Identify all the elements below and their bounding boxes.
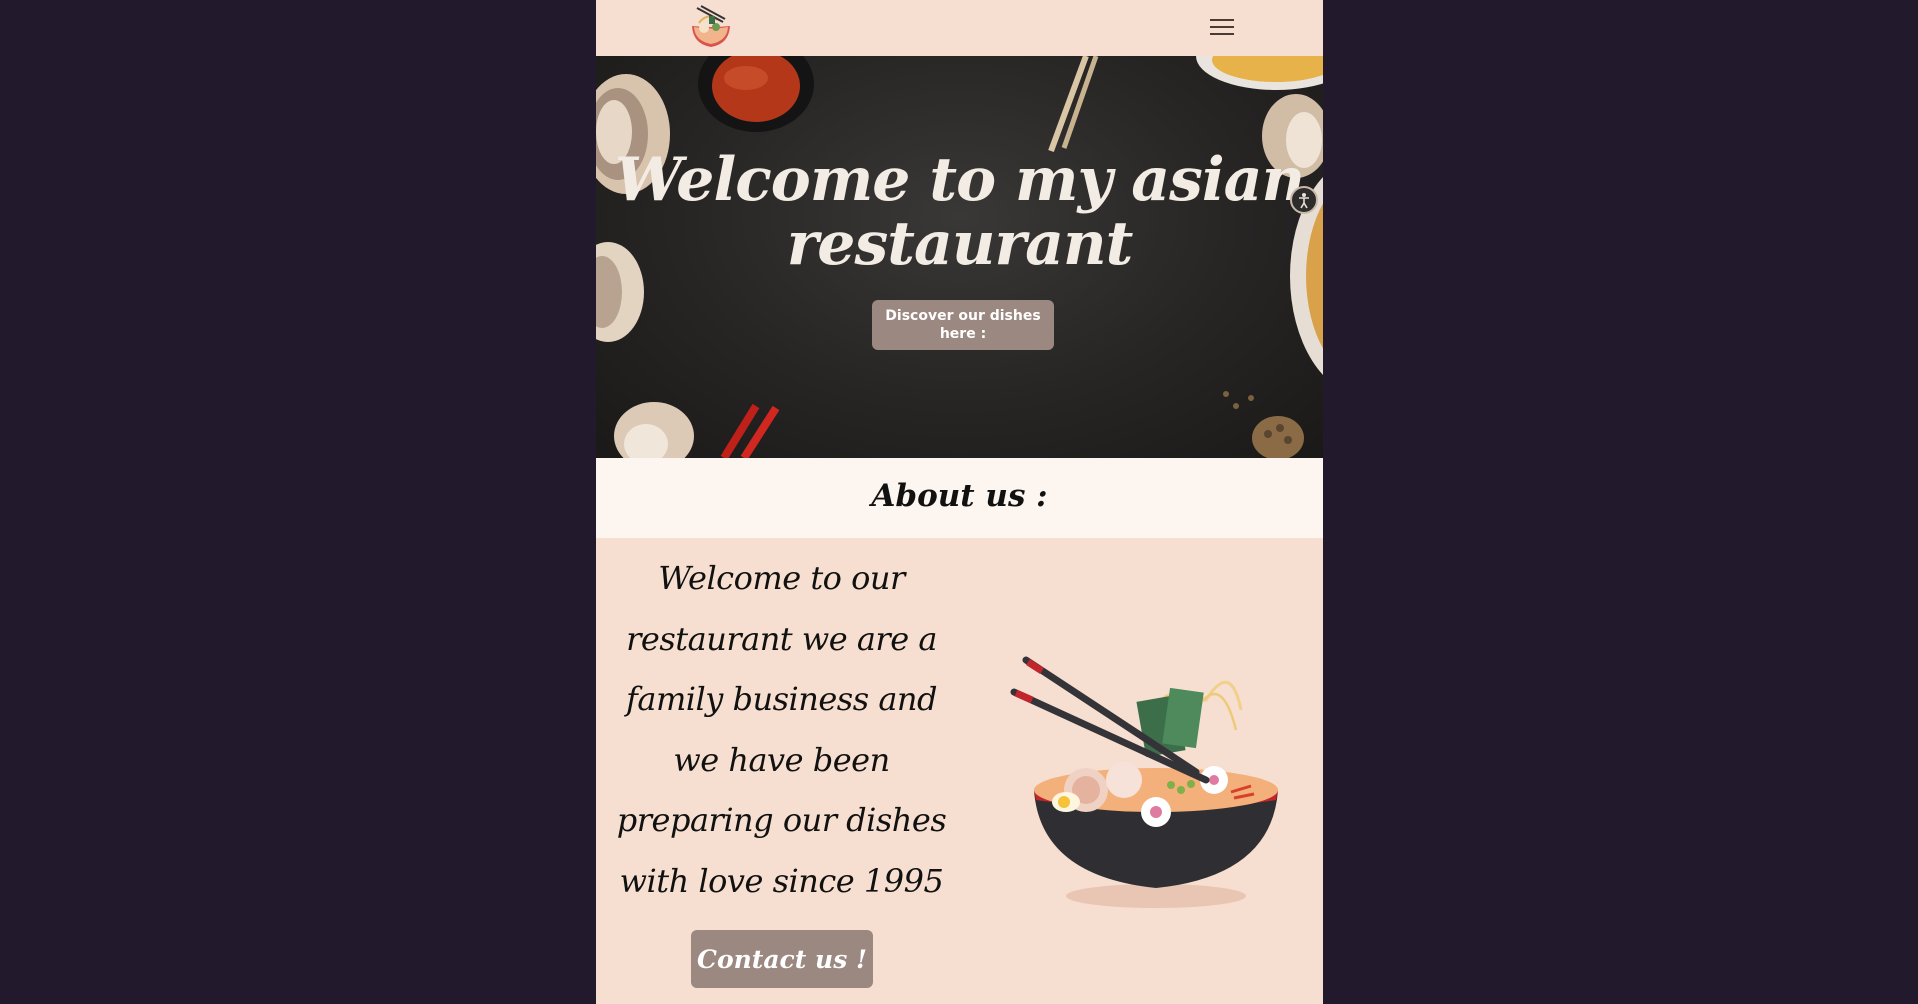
ramen-bowl-logo[interactable] (689, 4, 733, 50)
discover-dishes-button[interactable]: Discover our dishes here : (872, 300, 1054, 350)
about-title: About us : (871, 478, 1048, 514)
hero-title: Welcome to my asian restaurant (614, 145, 1305, 279)
about-description: Welcome to our restaurant we are a famil… (616, 559, 947, 900)
hamburger-menu-icon[interactable] (1210, 17, 1236, 37)
page: Welcome to my asian restaurant Discover … (596, 0, 1323, 1004)
about-section-header: About us : (596, 458, 1323, 538)
contact-us-button[interactable]: Contact us ! (691, 930, 873, 988)
hero-banner: Welcome to my asian restaurant Discover … (596, 56, 1323, 458)
header (596, 0, 1323, 56)
ramen-bowl-illustration (1010, 656, 1278, 908)
accessibility-icon[interactable] (1290, 186, 1318, 214)
